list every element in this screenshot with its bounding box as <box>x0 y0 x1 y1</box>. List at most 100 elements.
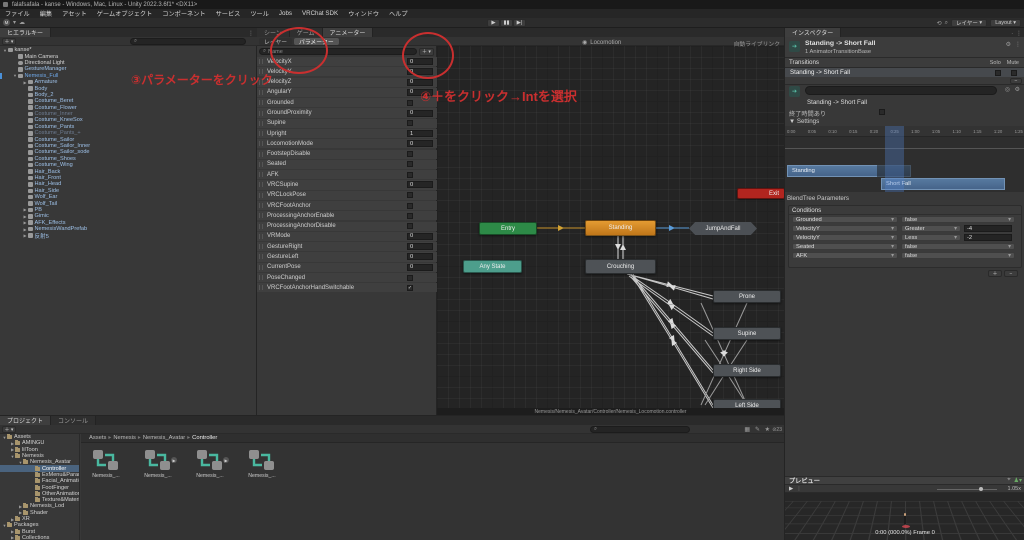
drag-handle[interactable] <box>259 100 263 106</box>
parameter-row[interactable]: VRCLockPose <box>257 190 437 200</box>
menu-item[interactable]: コンポーネント <box>157 9 210 18</box>
parameter-row[interactable]: Supine <box>257 118 437 128</box>
parameter-checkbox[interactable] <box>407 151 413 158</box>
drag-handle[interactable] <box>259 192 263 198</box>
parameter-row[interactable]: VRCFootAnchor <box>257 200 437 211</box>
animator-controller-asset[interactable]: Nemesis_... <box>243 448 281 479</box>
slider-knob[interactable] <box>979 487 983 491</box>
parameter-value-field[interactable]: 0 <box>407 243 433 251</box>
auto-live-link-label[interactable]: 自動ライブリンク <box>734 39 780 48</box>
settings-foldout[interactable]: ▼ Settings <box>789 118 819 125</box>
tab-hierarchy[interactable]: ヒエラルキー <box>0 28 52 37</box>
parameter-checkbox-checked[interactable]: ✓ <box>407 284 413 291</box>
drag-handle[interactable] <box>259 161 263 167</box>
parameter-checkbox[interactable] <box>407 192 413 199</box>
graph-state-node[interactable]: Right Side <box>713 364 781 377</box>
breadcrumb-item[interactable]: ▸ Controller <box>185 435 217 441</box>
parameter-row[interactable]: VRCSupine 0 <box>257 180 437 190</box>
parameter-checkbox[interactable] <box>407 274 413 281</box>
condition-parameter-dropdown[interactable]: Grounded ▾ <box>792 216 898 223</box>
preview-viewport[interactable]: 0:00 (000.0%) Frame 0 <box>785 493 1024 540</box>
menu-item[interactable]: ヘルプ <box>384 9 413 18</box>
drag-handle[interactable] <box>259 182 263 188</box>
filter-type-icon[interactable]: ▦ <box>744 426 750 433</box>
tab-console[interactable]: コンソール <box>51 416 97 425</box>
drag-handle[interactable] <box>259 213 263 219</box>
search-icon[interactable]: ⌕ <box>945 20 948 27</box>
parameter-value-field[interactable]: 0 <box>407 253 433 261</box>
graph-state-node[interactable]: Any State <box>463 260 522 273</box>
parameter-value-field[interactable]: 0 <box>407 232 433 240</box>
mute-checkbox[interactable] <box>1011 69 1017 76</box>
parameter-checkbox[interactable] <box>407 202 413 209</box>
parameter-checkbox[interactable] <box>407 171 413 178</box>
menu-item[interactable]: 編集 <box>35 9 57 18</box>
parameter-row[interactable]: ProcessingAnchorDisable <box>257 221 437 231</box>
drag-handle[interactable] <box>259 275 263 280</box>
timeline-playhead-band[interactable] <box>885 126 904 192</box>
drag-handle[interactable] <box>259 264 263 270</box>
menu-item[interactable]: サービス <box>211 9 246 18</box>
condition-mode-dropdown[interactable]: Less ▾ <box>901 234 961 241</box>
condition-mode-dropdown[interactable]: false ▾ <box>901 216 1015 223</box>
panel-menu-icon[interactable]: ⋮ <box>1016 30 1022 37</box>
drag-handle[interactable] <box>259 203 263 209</box>
parameter-value-field[interactable]: 0 <box>407 78 433 86</box>
parameter-value-field[interactable]: 0 <box>407 140 433 148</box>
parameter-checkbox[interactable] <box>407 212 413 219</box>
play-button[interactable]: ▶ <box>487 19 500 27</box>
parameter-row[interactable]: AngularY 0 <box>257 87 437 98</box>
condition-mode-dropdown[interactable]: false ▾ <box>901 252 1015 259</box>
menu-item[interactable]: ウィンドウ <box>343 9 384 18</box>
gear-icon[interactable]: ⚙ <box>1015 86 1020 93</box>
drag-handle[interactable] <box>259 141 263 147</box>
project-folder-row[interactable]: ▶ Collections <box>0 534 79 540</box>
parameter-row[interactable]: ProcessingAnchorEnable <box>257 211 437 221</box>
graph-state-node[interactable]: Crouching <box>585 259 656 274</box>
filter-label-icon[interactable]: ✎ <box>755 426 760 433</box>
parameter-value-field[interactable]: 0 <box>407 263 433 271</box>
account-caret-icon[interactable]: ▾ <box>13 19 16 26</box>
subasset-expand-badge[interactable]: ▶ <box>171 457 177 463</box>
tab-inspector[interactable]: インスペクター <box>785 28 842 37</box>
parameter-value-field[interactable]: 1 <box>407 130 433 138</box>
drag-handle[interactable] <box>259 59 263 65</box>
drag-handle[interactable] <box>259 233 263 239</box>
menu-item[interactable]: ツール <box>245 9 274 18</box>
picker-icon[interactable]: ◎ <box>1005 86 1010 93</box>
condition-mode-dropdown[interactable]: false ▾ <box>901 243 1015 250</box>
drag-handle[interactable] <box>259 89 263 95</box>
animator-controller-asset[interactable]: ▶ Nemesis_... <box>191 448 229 479</box>
condition-parameter-dropdown[interactable]: AFK ▾ <box>792 252 898 259</box>
breadcrumb-item[interactable]: ▸ Nemesis <box>106 435 135 441</box>
subasset-expand-badge[interactable]: ▶ <box>223 457 229 463</box>
parameter-row[interactable]: GestureRight 0 <box>257 242 437 252</box>
breadcrumb-item[interactable]: Assets <box>85 435 106 441</box>
graph-state-node[interactable]: Standing <box>585 220 656 236</box>
drag-handle[interactable] <box>259 285 263 291</box>
transition-name-field[interactable] <box>805 86 997 95</box>
drag-handle[interactable] <box>259 223 263 229</box>
transition-timeline-track[interactable]: Standing Short Fall <box>785 137 1024 192</box>
solo-checkbox[interactable] <box>995 69 1001 76</box>
parameter-checkbox[interactable] <box>407 120 413 127</box>
parameter-row[interactable]: VelocityZ 0 <box>257 77 437 87</box>
parameter-row[interactable]: Grounded <box>257 98 437 108</box>
gear-icon[interactable]: ⚙ <box>1006 41 1011 48</box>
undo-history-icon[interactable]: ⟲ <box>937 20 942 27</box>
menu-item[interactable]: Jobs <box>274 10 297 17</box>
graph-state-node[interactable]: Prone <box>713 290 781 303</box>
drag-handle[interactable] <box>259 131 263 137</box>
hierarchy-item[interactable]: ▶ 反射5 <box>0 232 257 240</box>
graph-breadcrumb[interactable]: Locomotion <box>590 40 621 46</box>
condition-value-field[interactable]: -4 <box>964 225 1012 232</box>
tab-project[interactable]: プロジェクト <box>0 416 52 425</box>
avatar-preview-icon[interactable]: ♟▾ <box>1014 477 1022 484</box>
panel-menu-icon[interactable]: ⋮ <box>248 30 254 37</box>
favorite-icon[interactable]: ★ <box>765 426 770 433</box>
hierarchy-search-input[interactable]: ⌕ <box>130 38 246 45</box>
layout-dropdown[interactable]: Layout ▾ <box>990 19 1021 27</box>
menu-item[interactable]: ファイル <box>0 9 35 18</box>
drag-handle[interactable] <box>259 110 263 116</box>
preview-label[interactable]: プレビュー <box>785 476 820 485</box>
